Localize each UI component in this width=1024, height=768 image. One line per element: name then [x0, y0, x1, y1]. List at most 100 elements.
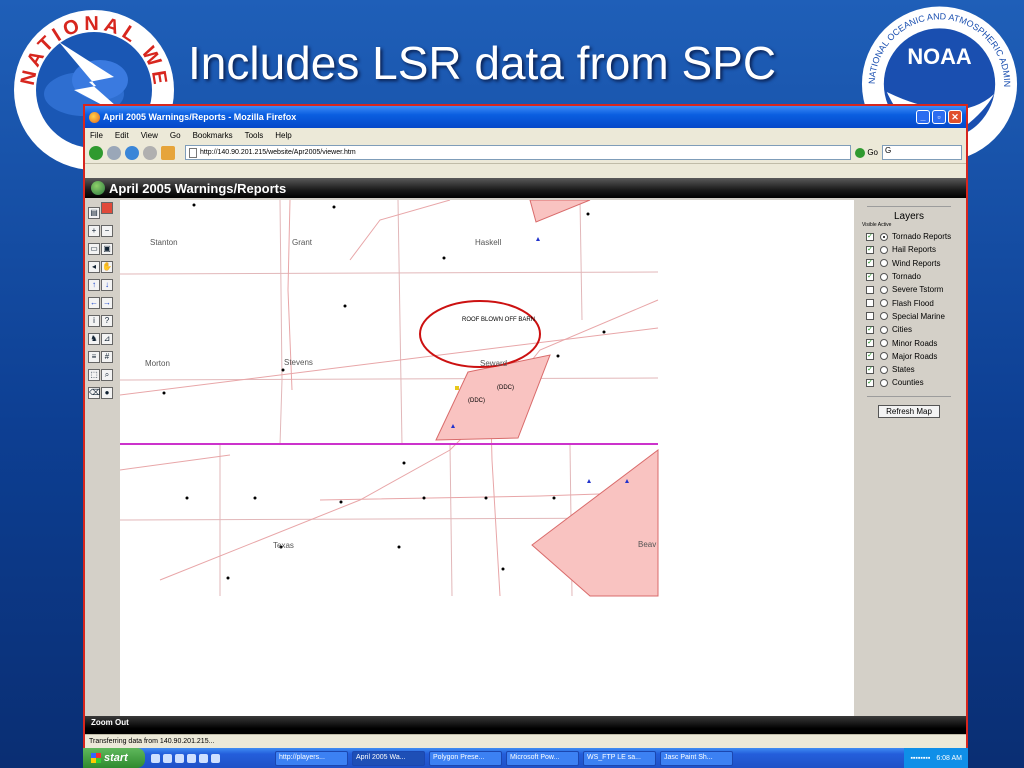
window-titlebar[interactable]: April 2005 Warnings/Reports - Mozilla Fi…	[85, 106, 966, 128]
visible-checkbox[interactable]	[866, 312, 874, 321]
layers-panel: Layers Visible Active ✓ Tornado Reports ✓ H…	[859, 204, 959, 714]
address-value: http://140.90.201.215/website/Apr2005/vi…	[200, 149, 356, 156]
taskbar-task[interactable]: April 2005 Wa...	[352, 750, 425, 766]
map-canvas[interactable]: Stanton Grant Haskell Morton Stevens Sew…	[119, 199, 854, 716]
layer-row: ✓ Cities	[859, 323, 959, 336]
ddc-label: (DDC)	[468, 398, 485, 404]
identify-icon[interactable]: i	[88, 315, 100, 327]
place-label: Stevens	[284, 358, 313, 367]
place-label: Texas	[273, 541, 294, 550]
active-radio[interactable]	[880, 378, 888, 387]
address-bar[interactable]: http://140.90.201.215/website/Apr2005/vi…	[185, 145, 852, 160]
save-icon[interactable]: ▣	[101, 243, 113, 255]
noaa-wordmark: NOAA	[907, 44, 972, 69]
visible-checkbox[interactable]: ✓	[866, 352, 874, 361]
layer-label: Flash Flood	[892, 298, 934, 308]
zoom-out-icon[interactable]: −	[101, 225, 113, 237]
visible-checkbox[interactable]	[866, 299, 874, 308]
select-list-icon[interactable]: ≡	[88, 351, 100, 363]
reload-icon[interactable]	[125, 145, 139, 160]
close-button[interactable]: ✕	[948, 110, 962, 124]
menu-file[interactable]: File	[89, 131, 104, 140]
visible-checkbox[interactable]	[866, 285, 874, 294]
quicklaunch-icon[interactable]	[163, 753, 172, 763]
buffer-icon[interactable]: #	[101, 351, 113, 363]
active-radio[interactable]	[880, 232, 888, 241]
search-icon[interactable]: ⌕	[101, 369, 113, 381]
home-icon[interactable]	[161, 145, 175, 160]
tray-icons[interactable]: ▪▪▪▪▪▪▪▪	[910, 755, 930, 762]
maximize-button[interactable]: ▫	[932, 110, 946, 124]
visible-checkbox[interactable]: ✓	[866, 232, 874, 241]
active-radio[interactable]	[880, 285, 888, 294]
layers-subtitle: Visible Active	[862, 222, 892, 228]
back-icon[interactable]: ◂	[88, 261, 100, 273]
page-content: April 2005 Warnings/Reports ▤ + − ▭ ▣ ◂ ✋ ↑…	[85, 178, 966, 734]
select-icon[interactable]: ⬚	[88, 369, 100, 381]
visible-checkbox[interactable]: ✓	[866, 325, 874, 334]
minimize-button[interactable]: _	[916, 110, 930, 124]
go-button[interactable]: Go	[855, 147, 878, 158]
visible-checkbox[interactable]: ✓	[866, 272, 874, 281]
menu-edit[interactable]: Edit	[114, 131, 130, 140]
clear-icon[interactable]: ⌫	[88, 387, 100, 399]
menu-view[interactable]: View	[140, 131, 159, 140]
back-arrow-icon[interactable]	[89, 145, 103, 160]
pan-up-icon[interactable]: ↑	[88, 279, 100, 291]
active-radio[interactable]	[880, 312, 888, 321]
layer-list-icon[interactable]	[101, 202, 113, 214]
taskbar-task[interactable]: Microsoft Pow...	[506, 750, 579, 766]
taskbar-task[interactable]: Jasc Paint Sh...	[660, 750, 733, 766]
pan-down-icon[interactable]: ↓	[101, 279, 113, 291]
legend-icon[interactable]: ▤	[88, 207, 100, 219]
search-input[interactable]: G	[882, 145, 962, 160]
taskbar-task[interactable]: Polygon Prese...	[429, 750, 502, 766]
menu-go[interactable]: Go	[169, 131, 182, 140]
active-radio[interactable]	[880, 365, 888, 374]
find-icon[interactable]: ♞	[88, 333, 100, 345]
active-radio[interactable]	[880, 325, 888, 334]
active-radio[interactable]	[880, 272, 888, 281]
quicklaunch-icon[interactable]	[175, 753, 184, 763]
forward-arrow-icon[interactable]	[107, 145, 121, 160]
map-view[interactable]: Stanton Grant Haskell Morton Stevens Sew…	[119, 199, 854, 716]
browser-window: April 2005 Warnings/Reports - Mozilla Fi…	[83, 104, 968, 768]
taskbar-task[interactable]: WS_FTP LE sa...	[583, 750, 656, 766]
stop-icon[interactable]	[143, 145, 157, 160]
layer-row: ✓ States	[859, 363, 959, 376]
visible-checkbox[interactable]: ✓	[866, 245, 874, 254]
query-icon[interactable]: ?	[101, 315, 113, 327]
start-label: start	[104, 752, 128, 764]
measure-icon[interactable]: ⊿	[101, 333, 113, 345]
layer-row: ✓ Minor Roads	[859, 336, 959, 349]
menu-bookmarks[interactable]: Bookmarks	[192, 131, 234, 140]
pan-right-icon[interactable]: →	[101, 297, 113, 309]
taskbar-task[interactable]: http://players...	[275, 750, 348, 766]
zoom-in-icon[interactable]: +	[88, 225, 100, 237]
active-radio[interactable]	[880, 299, 888, 308]
quicklaunch-icon[interactable]	[187, 753, 196, 763]
visible-checkbox[interactable]: ✓	[866, 378, 874, 387]
quicklaunch-icon[interactable]	[199, 753, 208, 763]
visible-checkbox[interactable]: ✓	[866, 259, 874, 268]
refresh-map-button[interactable]: Refresh Map	[878, 404, 940, 418]
active-radio[interactable]	[880, 352, 888, 361]
menu-tools[interactable]: Tools	[244, 131, 265, 140]
pan-icon[interactable]: ✋	[101, 261, 113, 273]
layer-row: ✓ Tornado Reports	[859, 230, 959, 243]
overview-icon[interactable]: ●	[101, 387, 113, 399]
layer-label: Tornado	[892, 272, 921, 282]
start-button[interactable]: start	[83, 748, 145, 768]
quicklaunch-icon[interactable]	[211, 753, 220, 763]
pan-left-icon[interactable]: ←	[88, 297, 100, 309]
active-radio[interactable]	[880, 259, 888, 268]
quicklaunch-icon[interactable]	[151, 753, 160, 763]
firefox-icon	[89, 111, 100, 123]
visible-checkbox[interactable]: ✓	[866, 365, 874, 374]
active-radio[interactable]	[880, 245, 888, 254]
layer-label: Counties	[892, 378, 924, 388]
menu-help[interactable]: Help	[274, 131, 292, 140]
active-radio[interactable]	[880, 339, 888, 348]
print-icon[interactable]: ▭	[88, 243, 100, 255]
visible-checkbox[interactable]: ✓	[866, 339, 874, 348]
